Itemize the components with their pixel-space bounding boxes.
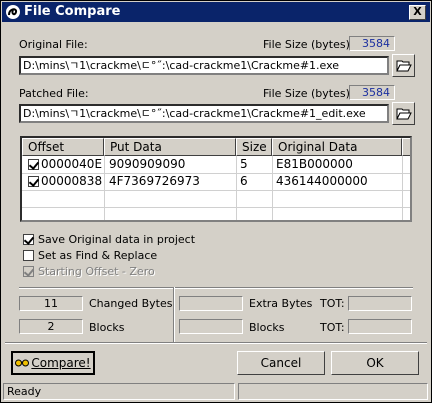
original-browse-button[interactable] xyxy=(392,54,415,77)
status-text: Ready xyxy=(3,383,235,400)
column-header-filler xyxy=(402,138,410,156)
extra-blocks-value xyxy=(179,319,243,334)
title-bar: File Compare X xyxy=(2,2,430,22)
cancel-button[interactable]: Cancel xyxy=(237,351,325,375)
original-data-cell: 436144000000 xyxy=(276,174,368,188)
close-button[interactable]: X xyxy=(409,5,426,20)
separator xyxy=(173,287,175,342)
compare-button[interactable]: Compare! xyxy=(11,351,95,375)
patched-file-label: Patched File: xyxy=(19,87,89,100)
original-file-path-input[interactable]: D:\mins\ㄱ1\crackme\ㄷ°˝:\cad-crackme1\Cra… xyxy=(19,56,389,75)
grid-line xyxy=(104,156,105,220)
tot-label: TOT: xyxy=(320,321,345,334)
save-original-label: Save Original data in project xyxy=(38,233,196,246)
patched-size-value: 3584 xyxy=(349,85,395,100)
tot-label: TOT: xyxy=(320,297,345,310)
original-file-label: Original File: xyxy=(19,38,88,51)
changed-bytes-label: Changed Bytes xyxy=(89,297,173,310)
extra-blocks-label: Blocks xyxy=(249,321,285,334)
separator xyxy=(5,342,427,344)
original-data-cell: E81B000000 xyxy=(276,157,353,171)
glasses-icon xyxy=(15,359,30,367)
row-checkbox[interactable] xyxy=(28,159,39,170)
offset-cell: 00000838 xyxy=(41,174,103,188)
changed-bytes-value: 11 xyxy=(19,296,83,311)
blocks-label: Blocks xyxy=(89,321,125,334)
ok-button[interactable]: OK xyxy=(331,351,419,375)
extra-bytes-label: Extra Bytes xyxy=(249,297,313,310)
window-title: File Compare xyxy=(24,4,121,19)
close-icon: X xyxy=(413,5,422,18)
folder-open-icon xyxy=(396,60,412,72)
put-data-cell: 4F7369726973 xyxy=(109,174,200,188)
blocks-value: 2 xyxy=(19,319,83,334)
compare-label: Compare! xyxy=(31,356,91,370)
grid-line xyxy=(22,190,410,191)
column-header-original-data[interactable]: Original Data xyxy=(272,138,402,156)
status-pane-2 xyxy=(238,383,428,400)
row-checkbox[interactable] xyxy=(28,176,39,187)
knot-app-icon xyxy=(6,5,20,19)
starting-offset-label: Starting Offset - Zero xyxy=(38,265,155,278)
offset-cell: 0000040E xyxy=(41,157,103,171)
tot-value xyxy=(348,296,412,311)
grid-line xyxy=(22,207,410,208)
extra-bytes-value xyxy=(179,296,243,311)
grid-line xyxy=(402,156,403,220)
column-header-put-data[interactable]: Put Data xyxy=(104,138,236,156)
original-size-value: 3584 xyxy=(349,36,395,51)
separator xyxy=(19,287,413,289)
size-cell: 6 xyxy=(240,174,248,188)
patched-browse-button[interactable] xyxy=(392,102,415,125)
grid-line xyxy=(236,156,237,220)
size-cell: 5 xyxy=(240,157,248,171)
original-size-label: File Size (bytes): xyxy=(263,38,354,51)
patch-list-table[interactable]: Offset Put Data Size Original Data 00000… xyxy=(20,136,412,222)
column-header-size[interactable]: Size xyxy=(236,138,272,156)
save-original-checkbox[interactable] xyxy=(23,234,34,245)
patched-file-path-input[interactable]: D:\mins\ㄱ1\crackme\ㄷ°˝:\cad-crackme1\Cra… xyxy=(19,104,389,123)
tot-value xyxy=(348,319,412,334)
status-bar: Ready xyxy=(2,382,430,401)
patched-size-label: File Size (bytes): xyxy=(263,87,354,100)
starting-offset-checkbox xyxy=(23,266,34,277)
file-compare-dialog: File Compare X Original File: File Size … xyxy=(0,0,432,403)
grid-line xyxy=(272,156,273,220)
find-replace-checkbox[interactable] xyxy=(23,250,34,261)
find-replace-label: Set as Find & Replace xyxy=(38,249,158,262)
folder-open-icon xyxy=(396,108,412,120)
put-data-cell: 9090909090 xyxy=(109,157,186,171)
column-header-offset[interactable]: Offset xyxy=(22,138,104,156)
